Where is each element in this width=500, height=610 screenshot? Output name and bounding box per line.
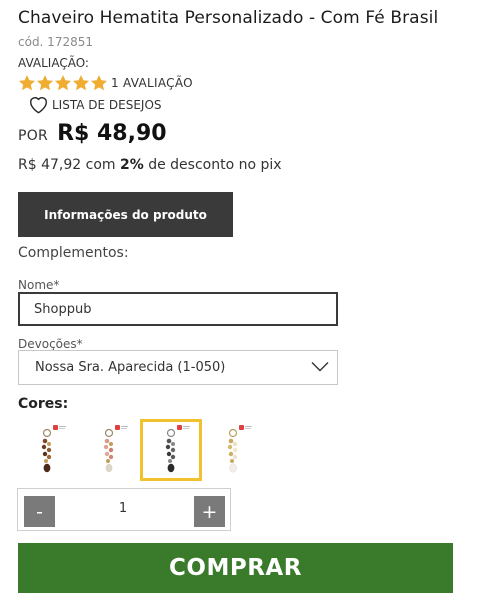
price-block: POR R$ 48,90 xyxy=(18,121,167,146)
keychain-brown-icon xyxy=(41,425,66,473)
quantity-increase-button[interactable]: + xyxy=(194,496,225,527)
product-info-button[interactable]: Informações do produto xyxy=(18,192,233,237)
pix-percent: 2% xyxy=(119,157,144,173)
rating-label: AVALIAÇÃO: xyxy=(18,56,89,70)
wishlist-label: LISTA DE DESEJOS xyxy=(52,97,162,112)
color-swatch-brown[interactable] xyxy=(16,419,78,481)
devocoes-label: Devoções* xyxy=(18,337,83,351)
keychain-black-icon xyxy=(165,425,190,473)
devocoes-selected-value: Nossa Sra. Aparecida (1-050) xyxy=(35,360,226,375)
wishlist-button[interactable]: LISTA DE DESEJOS xyxy=(28,95,162,114)
product-code: cód. 172851 xyxy=(18,35,93,49)
quantity-stepper: - 1 + xyxy=(17,488,231,531)
product-title: Chaveiro Hematita Personalizado - Com Fé… xyxy=(18,8,439,28)
star-icon xyxy=(54,75,72,91)
keychain-white-icon xyxy=(227,425,252,473)
chevron-down-icon xyxy=(311,362,329,372)
rating-stars[interactable]: 1 AVALIAÇÃO xyxy=(18,74,193,92)
star-icon xyxy=(90,75,108,91)
pix-price: R$ 47,92 xyxy=(18,157,82,173)
star-icon xyxy=(36,75,54,91)
buy-button[interactable]: COMPRAR xyxy=(18,543,453,593)
pix-connector: com xyxy=(81,157,120,173)
heart-icon xyxy=(30,97,47,114)
cores-label: Cores: xyxy=(18,396,69,412)
devocoes-select[interactable]: Nossa Sra. Aparecida (1-050) xyxy=(18,350,338,385)
quantity-decrease-button[interactable]: - xyxy=(24,496,55,527)
color-swatch-black[interactable] xyxy=(140,419,202,481)
star-icon xyxy=(72,75,90,91)
price-value: R$ 48,90 xyxy=(57,121,167,146)
quantity-value[interactable]: 1 xyxy=(78,501,168,516)
complementos-label: Complementos: xyxy=(18,245,129,261)
rating-count[interactable]: 1 AVALIAÇÃO xyxy=(111,76,193,90)
pix-discount: R$ 47,92 com 2% de desconto no pix xyxy=(18,157,282,173)
price-prefix: POR xyxy=(18,128,49,144)
star-icon xyxy=(18,75,36,91)
nome-label: Nome* xyxy=(18,278,60,292)
nome-input[interactable]: Shoppub xyxy=(18,292,338,326)
color-swatch-white[interactable] xyxy=(202,419,264,481)
keychain-pink-icon xyxy=(103,425,128,473)
color-swatch-pink[interactable] xyxy=(78,419,140,481)
pix-suffix: de desconto no pix xyxy=(143,157,282,173)
